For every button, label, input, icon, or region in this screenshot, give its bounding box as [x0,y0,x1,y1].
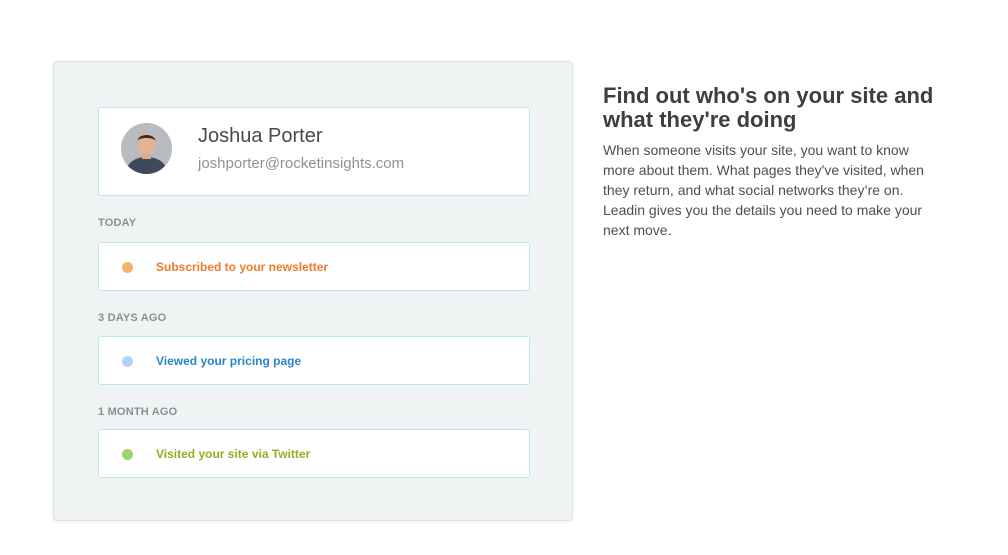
feature-description: Find out who's on your site and what the… [603,84,943,240]
timeline-event-twitter: Visited your site via Twitter [98,429,530,478]
feature-heading: Find out who's on your site and what the… [603,83,934,132]
timeline-label-today: TODAY [98,217,137,229]
timeline-event-text: Subscribed to your newsletter [156,260,329,274]
feature-body: When someone visits your site, you want … [603,142,924,238]
profile-card: Joshua Porter joshporter@rocketinsights.… [98,107,530,196]
timeline-event-newsletter: Subscribed to your newsletter [98,242,530,291]
status-dot-icon [122,262,133,273]
contact-email: joshporter@rocketinsights.com [198,155,405,172]
timeline-label-3-days: 3 DAYS AGO [98,312,167,324]
timeline-event-text: Visited your site via Twitter [156,447,311,461]
contact-timeline-panel: Joshua Porter joshporter@rocketinsights.… [53,61,573,521]
status-dot-icon [122,356,133,367]
timeline-event-pricing: Viewed your pricing page [98,336,530,385]
avatar [121,123,172,174]
status-dot-icon [122,449,133,460]
timeline-event-text: Viewed your pricing page [156,354,302,368]
timeline-label-1-month: 1 MONTH AGO [98,406,178,418]
contact-name: Joshua Porter [198,125,323,147]
